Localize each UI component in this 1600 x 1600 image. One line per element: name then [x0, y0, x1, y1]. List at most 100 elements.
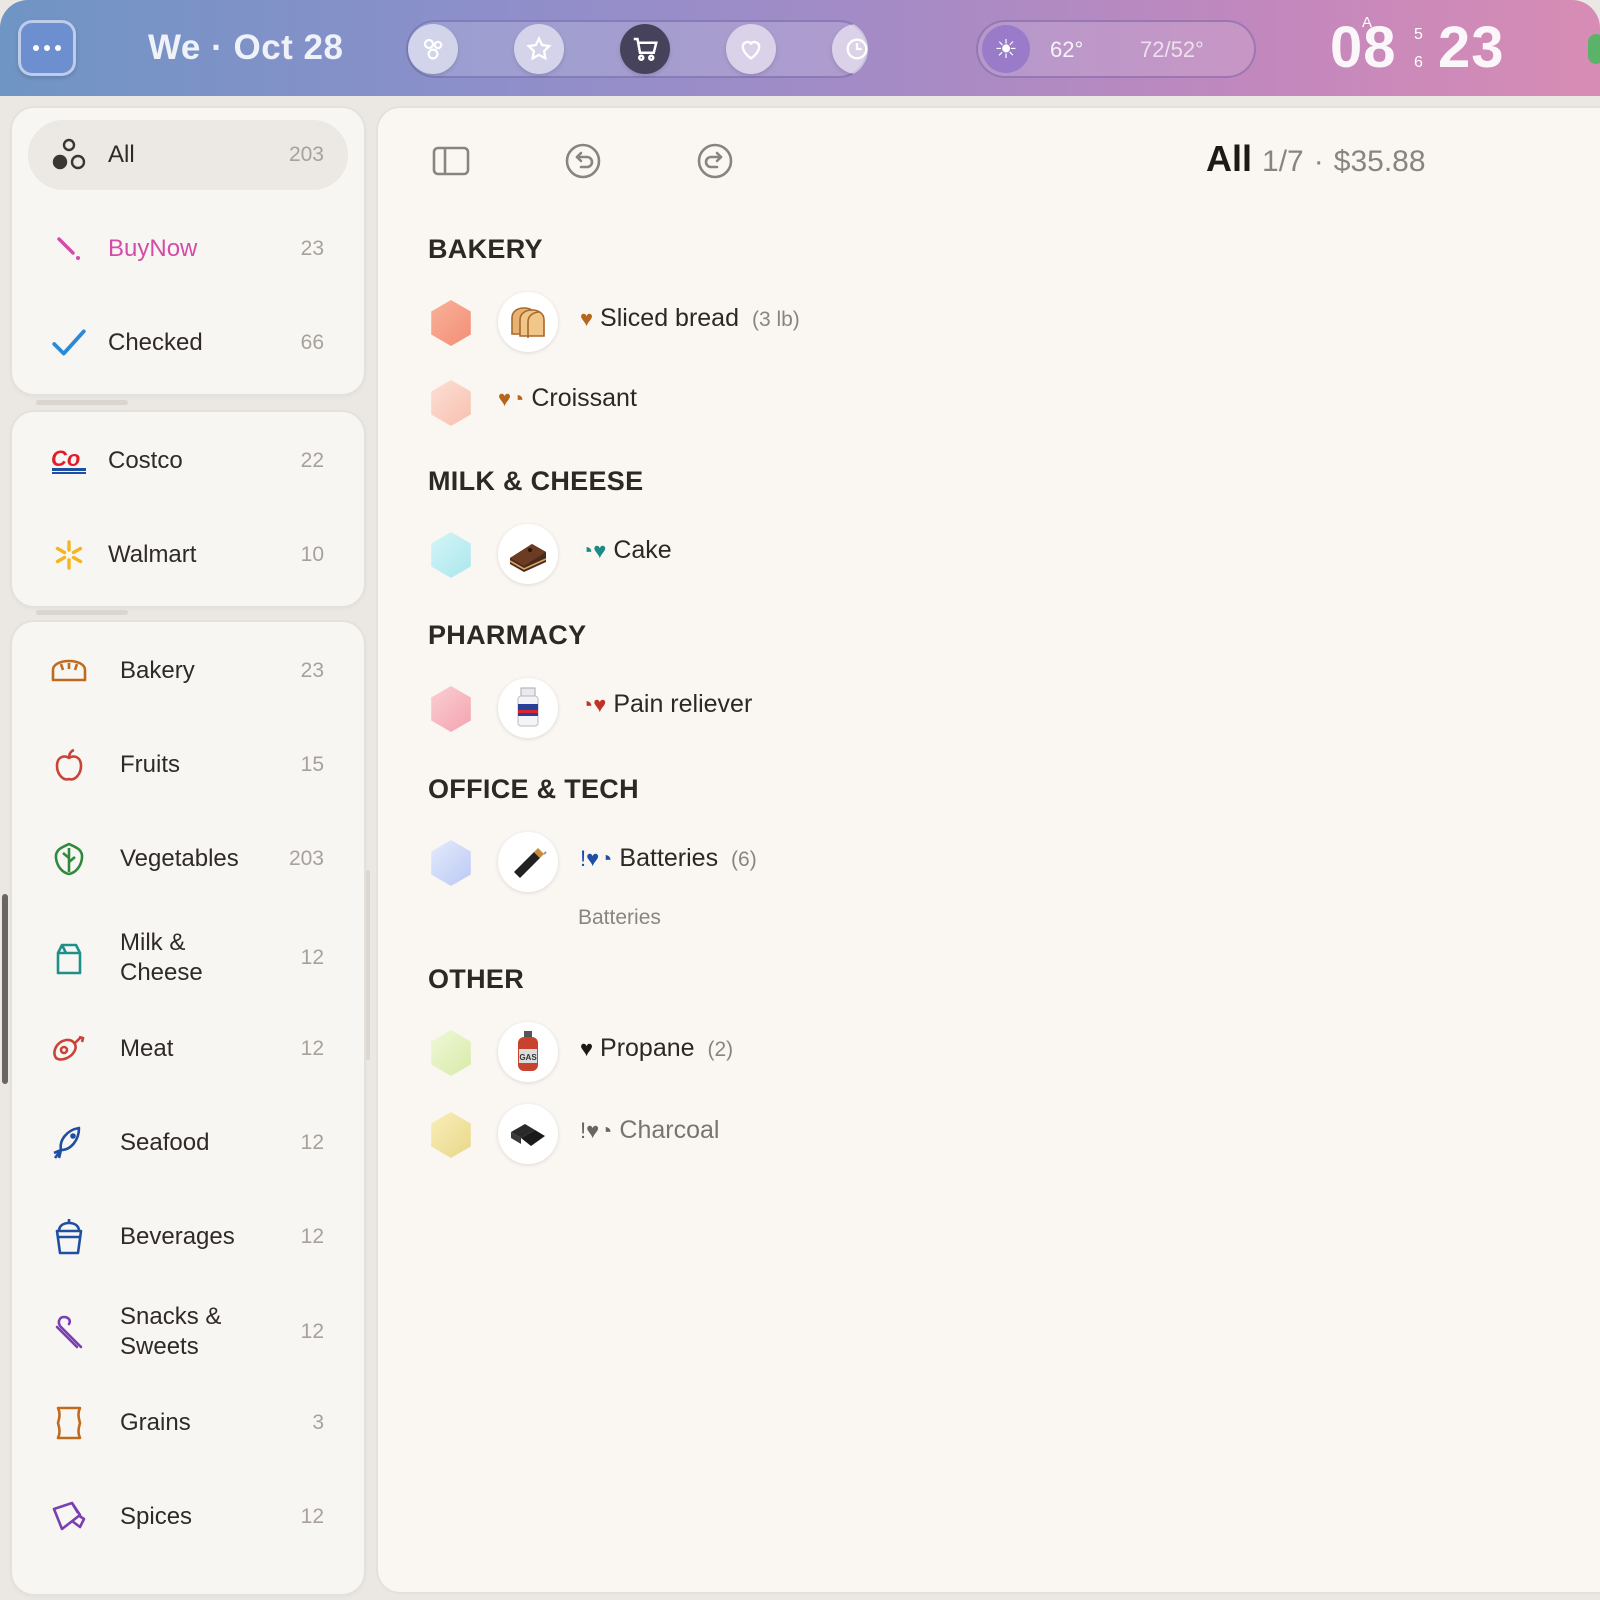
undo-icon[interactable] — [558, 136, 608, 186]
sidebar-item-spices[interactable]: Spices 12 — [28, 1482, 348, 1552]
walmart-spark-icon — [46, 532, 92, 578]
item-status-marks: !♥◔ — [580, 1118, 613, 1143]
sidebar-item-meat[interactable]: Meat 12 — [28, 1014, 348, 1084]
list-total: $35.88 — [1333, 145, 1426, 178]
sidebar-item-label: Fruits — [120, 751, 180, 778]
redo-icon[interactable] — [690, 136, 740, 186]
item-quantity: (2) — [707, 1038, 734, 1061]
cart-icon[interactable] — [620, 24, 670, 74]
sidebar-item-all[interactable]: All 203 — [28, 120, 348, 190]
list-item-charcoal[interactable]: !♥◔ Charcoal — [428, 1104, 1228, 1166]
heart-icon[interactable] — [726, 24, 776, 74]
fish-icon — [46, 1120, 92, 1166]
sidebar-item-label: Spices — [120, 1503, 193, 1530]
sidebar-item-count: 203 — [288, 847, 324, 870]
check-hexagon[interactable] — [431, 532, 471, 578]
list-item-pain-reliever[interactable]: ◔♥ Pain reliever — [428, 678, 1228, 740]
check-icon — [46, 320, 92, 366]
check-hexagon[interactable] — [431, 686, 471, 732]
check-hexagon[interactable] — [431, 300, 471, 346]
item-thumbnail-battery — [498, 832, 558, 892]
sidebar-item-milk-cheese[interactable]: Milk & Cheese 12 — [28, 918, 348, 998]
item-thumbnail-pill-bottle — [498, 678, 558, 738]
item-quantity: (3 lb) — [751, 308, 800, 331]
drumstick-icon — [46, 1026, 92, 1072]
filter-panel: All 203 BuyNow 23 Checked 66 — [12, 108, 364, 394]
item-name: Propane — [600, 1034, 695, 1062]
item-name: Croissant — [531, 384, 637, 412]
sidebar-item-label: All — [108, 141, 135, 168]
sidebar-item-snacks-sweets[interactable]: Snacks & Sweets 12 — [28, 1292, 348, 1372]
star-icon[interactable] — [514, 24, 564, 74]
list-item-batteries[interactable]: !♥◔ Batteries (6) — [428, 832, 1228, 894]
list-title: All — [1206, 138, 1253, 179]
section-header: OTHER — [428, 964, 524, 994]
sidebar-item-seafood[interactable]: Seafood 12 — [28, 1108, 348, 1178]
scrollbar[interactable] — [2, 894, 8, 1084]
sidebar-item-label: BuyNow — [108, 235, 198, 262]
sidebar-item-label: Walmart — [108, 541, 197, 568]
menu-button[interactable] — [18, 20, 76, 76]
item-thumbnail-cake — [498, 524, 558, 584]
circles-icon — [46, 132, 92, 178]
list-item-cake[interactable]: ◔♥ Cake — [428, 524, 1228, 586]
dot-icon — [55, 45, 61, 51]
list-item-sliced-bread[interactable]: ♥ Sliced bread (3 lb) — [428, 292, 1228, 354]
bread-icon — [46, 648, 92, 694]
sidebar-item-count: 15 — [300, 753, 324, 776]
sidebar-item-fruits[interactable]: Fruits 15 — [28, 730, 348, 800]
sidebar-item-count: 23 — [300, 659, 324, 682]
lettuce-icon — [46, 836, 92, 882]
circles-icon[interactable] — [408, 24, 458, 74]
sidebar-item-label: Checked — [108, 329, 203, 356]
item-thumbnail-charcoal — [498, 1104, 558, 1164]
resize-handle[interactable] — [366, 870, 370, 1060]
sidebar-item-beverages[interactable]: Beverages 12 — [28, 1202, 348, 1272]
sidebar-item-count: 10 — [300, 543, 324, 566]
sidebar-item-costco[interactable]: Co Costco 22 — [28, 426, 348, 496]
item-status-marks: ♥◔ — [498, 386, 525, 411]
sidebar-item-count: 12 — [300, 1225, 324, 1248]
list-item-propane[interactable]: GAS ♥ Propane (2) — [428, 1022, 1228, 1084]
svg-text:Co: Co — [51, 446, 80, 471]
item-thumbnail-gas-canister: GAS — [498, 1022, 558, 1082]
panel-handle[interactable] — [36, 400, 128, 405]
dot-icon — [33, 45, 39, 51]
list-item-croissant[interactable]: ♥◔ Croissant — [428, 372, 1228, 434]
sidebar-item-grains[interactable]: Grains 3 — [28, 1388, 348, 1458]
panel-handle[interactable] — [36, 610, 128, 615]
check-hexagon[interactable] — [431, 1112, 471, 1158]
milk-carton-icon — [46, 935, 92, 981]
temperature-range: 72/52° — [1140, 37, 1204, 62]
sidebar-item-buynow[interactable]: BuyNow 23 — [28, 214, 348, 284]
current-temperature: 62° — [1050, 37, 1084, 62]
sidebar-item-bakery[interactable]: Bakery 23 — [28, 636, 348, 706]
item-status-marks: ◔♥ — [580, 538, 607, 563]
sidebar-item-label: Bakery — [120, 657, 195, 684]
item-name: Batteries — [619, 844, 719, 872]
check-hexagon[interactable] — [431, 840, 471, 886]
check-hexagon[interactable] — [431, 1030, 471, 1076]
clock-icon[interactable] — [832, 24, 868, 74]
sidebar-item-count: 22 — [300, 449, 324, 472]
sidebar-item-walmart[interactable]: Walmart 10 — [28, 520, 348, 590]
top-bar: We · Oct 28 ☀ 62° 72/52° 08 A 5 6 23 — [0, 0, 1600, 96]
section-header: MILK & CHEESE — [428, 466, 644, 496]
apple-icon — [46, 742, 92, 788]
sidebar-toggle-icon[interactable] — [426, 136, 476, 186]
sidebar-item-label: Vegetables — [120, 845, 239, 872]
weather-widget[interactable]: ☀ 62° 72/52° — [976, 20, 1256, 78]
separator: · — [1313, 145, 1324, 178]
item-status-marks: ◔♥ — [580, 692, 607, 717]
nav-bar — [406, 20, 868, 78]
candy-cane-icon — [46, 1309, 92, 1355]
sidebar-item-checked[interactable]: Checked 66 — [28, 308, 348, 378]
check-hexagon[interactable] — [431, 380, 471, 426]
sidebar-item-count: 23 — [300, 237, 324, 260]
sidebar-item-vegetables[interactable]: Vegetables 203 — [28, 824, 348, 894]
checked-count: 1/7 — [1262, 145, 1304, 178]
item-quantity: (6) — [731, 848, 757, 871]
sidebar-item-label: Meat — [120, 1035, 174, 1062]
item-name: Pain reliever — [613, 690, 753, 718]
sidebar-item-count: 12 — [300, 1131, 324, 1154]
